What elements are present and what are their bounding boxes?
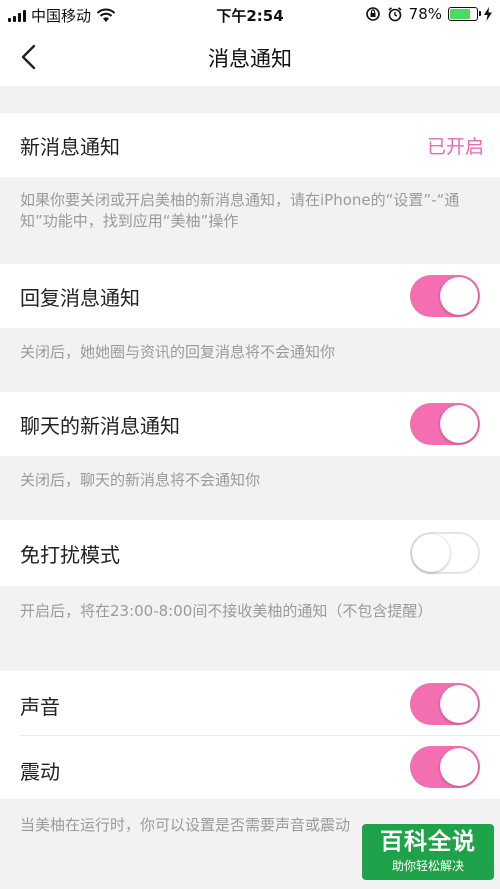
sound-label: 声音 [20,695,60,719]
reply-notify-row: 回复消息通知 [0,264,500,328]
toggle-knob [440,685,478,723]
rotation-lock-icon [365,7,380,21]
toggle-knob [440,748,478,786]
sound-vibrate-group: 声音 震动 [0,671,500,799]
alarm-icon [388,7,402,22]
toggle-knob [412,534,450,572]
page-title: 消息通知 [208,47,292,71]
battery-icon [448,7,481,21]
reply-notify-label: 回复消息通知 [20,286,140,310]
vibrate-label: 震动 [20,760,60,784]
sound-toggle[interactable] [410,683,480,725]
watermark-title: 百科全说 [380,829,476,855]
new-message-row[interactable]: 新消息通知 已开启 [0,113,500,177]
dnd-note: 开启后，将在23:00-8:00间不接收美柚的通知（不包含提醒） [20,602,433,620]
chat-notify-row: 聊天的新消息通知 [0,392,500,456]
dnd-mode-row: 免打扰模式 [0,520,500,586]
charging-icon [484,7,492,21]
battery-percent: 78% [408,5,442,23]
new-message-label: 新消息通知 [20,135,120,159]
vibrate-toggle[interactable] [410,746,480,788]
new-message-status: 已开启 [426,136,484,158]
toggle-knob [440,277,478,315]
reply-notify-toggle[interactable] [410,275,480,317]
chat-notify-toggle[interactable] [410,403,480,445]
dnd-mode-label: 免打扰模式 [20,543,120,567]
dnd-mode-toggle[interactable] [410,532,480,574]
status-bar: 中国移动 下午2:54 78% [0,0,500,28]
row-divider [20,735,500,736]
chat-notify-label: 聊天的新消息通知 [20,414,180,438]
watermark-subtitle: 助你轻松解决 [391,859,464,873]
battery-level [450,9,471,19]
chat-note: 关闭后，聊天的新消息将不会通知你 [20,471,261,489]
nav-bar: 消息通知 [0,28,500,86]
chevron-left-icon[interactable] [14,40,46,74]
watermark-logo: 百科全说 助你轻松解决 [362,824,494,880]
reply-note: 关闭后，她她圈与资讯的回复消息将不会通知你 [20,343,336,361]
status-right: 78% [365,5,492,23]
new-message-note: 如果你要关闭或开启美柚的新消息通知，请在iPhone的“设置”-“通知”功能中，… [20,191,460,230]
toggle-knob [440,405,478,443]
